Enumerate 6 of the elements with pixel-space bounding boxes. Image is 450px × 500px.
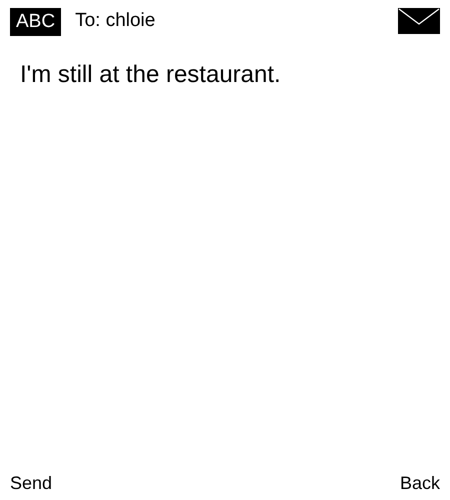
send-softkey[interactable]: Send xyxy=(10,472,52,494)
message-text: I'm still at the restaurant. xyxy=(20,61,281,88)
back-softkey[interactable]: Back xyxy=(400,472,440,494)
input-mode-indicator: ABC xyxy=(10,8,62,36)
recipient-label: To: chloie xyxy=(75,9,156,33)
envelope-icon xyxy=(398,8,440,34)
